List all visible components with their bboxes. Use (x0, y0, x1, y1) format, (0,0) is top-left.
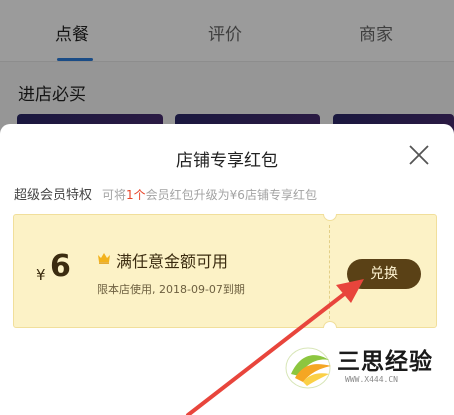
privilege-desc-suffix: 会员红包升级为¥6店铺专享红包 (145, 188, 317, 202)
privilege-label: 超级会员特权 (14, 188, 93, 203)
crown-icon (98, 253, 110, 264)
privilege-row: 超级会员特权 可将1个会员红包升级为¥6店铺专享红包 (14, 184, 317, 203)
coupon-divider (329, 225, 330, 319)
coupon-title: 满任意金额可用 (116, 252, 229, 271)
coupon-notch (323, 214, 337, 221)
close-button[interactable] (404, 140, 434, 170)
coupon-amount: 6 (50, 249, 71, 284)
watermark-logo-icon (285, 347, 331, 389)
modal-title: 店铺专享红包 (176, 151, 278, 171)
close-icon (409, 145, 429, 165)
coupon-expiry: 限本店使用, 2018-09-07到期 (97, 283, 245, 296)
watermark-text: 三思经验 (337, 349, 433, 375)
privilege-desc-prefix: 可将 (102, 188, 127, 202)
privilege-count: 1个 (126, 188, 146, 202)
watermark: 三思经验 WWW.X444.CN (283, 338, 433, 392)
watermark-url: WWW.X444.CN (345, 375, 398, 384)
coupon-card: ¥ 6 满任意金额可用 限本店使用, 2018-09-07到期 兑换 (13, 214, 437, 328)
privilege-description: 可将1个会员红包升级为¥6店铺专享红包 (102, 188, 317, 202)
exchange-button[interactable]: 兑换 (347, 259, 421, 289)
coupon-notch (323, 321, 337, 328)
coupon-currency: ¥ (36, 266, 46, 284)
